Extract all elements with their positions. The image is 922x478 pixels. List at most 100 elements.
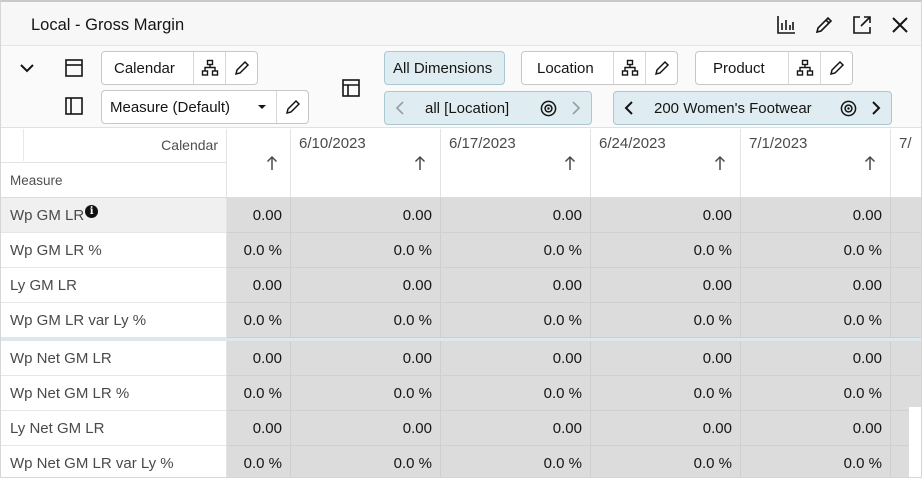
table-cell[interactable]: 0.00 — [741, 268, 891, 303]
table-cell[interactable]: 0.0 % — [591, 303, 741, 338]
table-row[interactable]: Wp Net GM LR % 0.0 % 0.0 % 0.0 % 0.0 % 0… — [1, 376, 921, 411]
table-cell[interactable]: 0.00 — [441, 411, 591, 446]
table-cell[interactable]: 0.0 % — [591, 233, 741, 268]
row-header[interactable]: Wp Net GM LR — [1, 341, 227, 376]
table-row[interactable]: Wp GM LR % 0.0 % 0.0 % 0.0 % 0.0 % 0.0 % — [1, 233, 921, 268]
hierarchy-icon[interactable] — [193, 52, 225, 84]
chevron-left-icon[interactable] — [614, 92, 644, 124]
table-cell[interactable]: 0.00 — [291, 341, 441, 376]
chevron-left-icon[interactable] — [385, 92, 415, 124]
sort-arrow-icon[interactable] — [564, 155, 576, 171]
info-icon[interactable]: i — [85, 204, 99, 218]
table-cell[interactable]: 0.00 — [741, 341, 891, 376]
rows-layout-icon[interactable] — [62, 56, 86, 80]
table-cell[interactable]: 0.0 % — [741, 446, 891, 477]
edit-icon[interactable] — [225, 52, 257, 84]
table-row[interactable]: Ly Net GM LR 0.00 0.00 0.00 0.00 0.00 — [1, 411, 921, 446]
sort-arrow-icon[interactable] — [864, 155, 876, 171]
table-cell[interactable]: 0.00 — [591, 411, 741, 446]
table-cell[interactable]: 0.0 % — [741, 233, 891, 268]
column-header[interactable]: 6/17/2023 — [441, 129, 591, 197]
edit-icon[interactable] — [820, 52, 852, 84]
close-icon[interactable] — [889, 14, 911, 36]
row-header[interactable]: Wp Net GM LR % — [1, 376, 227, 411]
chevron-right-icon[interactable] — [861, 92, 891, 124]
hierarchy-icon[interactable] — [788, 52, 820, 84]
expand-icon[interactable] — [851, 14, 873, 36]
table-cell[interactable]: 0.00 — [227, 341, 291, 376]
table-cell[interactable]: 0.00 — [227, 198, 291, 233]
table-cell[interactable]: 0.0 % — [227, 303, 291, 338]
table-cell[interactable] — [891, 233, 921, 268]
table-cell[interactable]: 0.0 % — [591, 446, 741, 477]
table-row[interactable]: Wp GM LR var Ly % 0.0 % 0.0 % 0.0 % 0.0 … — [1, 303, 921, 338]
column-header[interactable]: 6/24/2023 — [591, 129, 741, 197]
table-cell[interactable]: 0.00 — [227, 268, 291, 303]
edit-icon[interactable] — [645, 52, 677, 84]
table-cell[interactable] — [891, 341, 921, 376]
row-header[interactable]: Wp GM LR i — [1, 198, 227, 233]
row-header[interactable]: Wp Net GM LR var Ly % — [1, 446, 227, 477]
product-selector[interactable]: 200 Women's Footwear — [613, 91, 892, 125]
table-cell[interactable]: 0.0 % — [591, 376, 741, 411]
calendar-dimension[interactable]: Calendar — [101, 51, 258, 85]
table-cell[interactable]: 0.00 — [227, 411, 291, 446]
table-cell[interactable]: 0.0 % — [441, 376, 591, 411]
sort-arrow-icon[interactable] — [714, 155, 726, 171]
table-cell[interactable]: 0.00 — [591, 198, 741, 233]
caret-down-icon[interactable] — [248, 91, 276, 123]
table-row[interactable]: Wp GM LR i 0.00 0.00 0.00 0.00 0.00 — [1, 198, 921, 233]
row-header[interactable]: Ly Net GM LR — [1, 411, 227, 446]
sort-arrow-icon[interactable] — [414, 155, 426, 171]
row-header[interactable]: Wp GM LR % — [1, 233, 227, 268]
chart-icon[interactable] — [775, 14, 797, 36]
hierarchy-icon[interactable] — [613, 52, 645, 84]
table-row[interactable]: Wp Net GM LR var Ly % 0.0 % 0.0 % 0.0 % … — [1, 446, 921, 477]
table-cell[interactable]: 0.0 % — [227, 376, 291, 411]
edit-icon[interactable] — [813, 14, 835, 36]
table-cell[interactable]: 0.00 — [291, 268, 441, 303]
column-header[interactable] — [227, 129, 291, 197]
table-cell[interactable]: 0.00 — [441, 198, 591, 233]
columns-layout-icon[interactable] — [62, 94, 86, 118]
table-cell[interactable] — [891, 303, 921, 338]
target-icon[interactable] — [535, 92, 561, 124]
product-dimension[interactable]: Product — [695, 51, 853, 85]
chevron-down-icon[interactable] — [15, 56, 39, 80]
edit-icon[interactable] — [276, 91, 308, 123]
row-header[interactable]: Ly GM LR — [1, 268, 227, 303]
table-cell[interactable]: 0.00 — [441, 268, 591, 303]
table-cell[interactable]: 0.00 — [591, 268, 741, 303]
table-cell[interactable]: 0.0 % — [741, 376, 891, 411]
location-selector[interactable]: all [Location] — [384, 91, 592, 125]
pivot-layout-icon[interactable] — [339, 76, 363, 100]
table-cell[interactable] — [891, 268, 921, 303]
table-cell[interactable]: 0.00 — [291, 411, 441, 446]
table-row[interactable]: Wp Net GM LR 0.00 0.00 0.00 0.00 0.00 — [1, 341, 921, 376]
table-cell[interactable]: 0.00 — [741, 198, 891, 233]
table-row[interactable]: Ly GM LR 0.00 0.00 0.00 0.00 0.00 — [1, 268, 921, 303]
table-cell[interactable] — [891, 198, 921, 233]
column-header[interactable]: 7/ — [891, 129, 921, 197]
table-cell[interactable]: 0.0 % — [291, 446, 441, 477]
scrollbar-track[interactable] — [909, 407, 921, 477]
column-header[interactable]: 6/10/2023 — [291, 129, 441, 197]
table-cell[interactable]: 0.0 % — [291, 233, 441, 268]
table-cell[interactable]: 0.00 — [291, 198, 441, 233]
table-cell[interactable]: 0.00 — [441, 341, 591, 376]
chevron-right-icon[interactable] — [561, 92, 591, 124]
table-cell[interactable] — [891, 376, 921, 411]
table-cell[interactable]: 0.0 % — [291, 303, 441, 338]
table-cell[interactable]: 0.00 — [741, 411, 891, 446]
table-cell[interactable]: 0.0 % — [227, 233, 291, 268]
table-cell[interactable]: 0.0 % — [741, 303, 891, 338]
table-cell[interactable]: 0.0 % — [227, 446, 291, 477]
row-header[interactable]: Wp GM LR var Ly % — [1, 303, 227, 338]
table-cell[interactable]: 0.0 % — [441, 446, 591, 477]
table-cell[interactable]: 0.0 % — [291, 376, 441, 411]
location-dimension[interactable]: Location — [521, 51, 678, 85]
target-icon[interactable] — [835, 92, 861, 124]
column-header[interactable]: 7/1/2023 — [741, 129, 891, 197]
measure-dimension[interactable]: Measure (Default) — [101, 90, 309, 124]
all-dimensions-button[interactable]: All Dimensions — [384, 51, 505, 85]
